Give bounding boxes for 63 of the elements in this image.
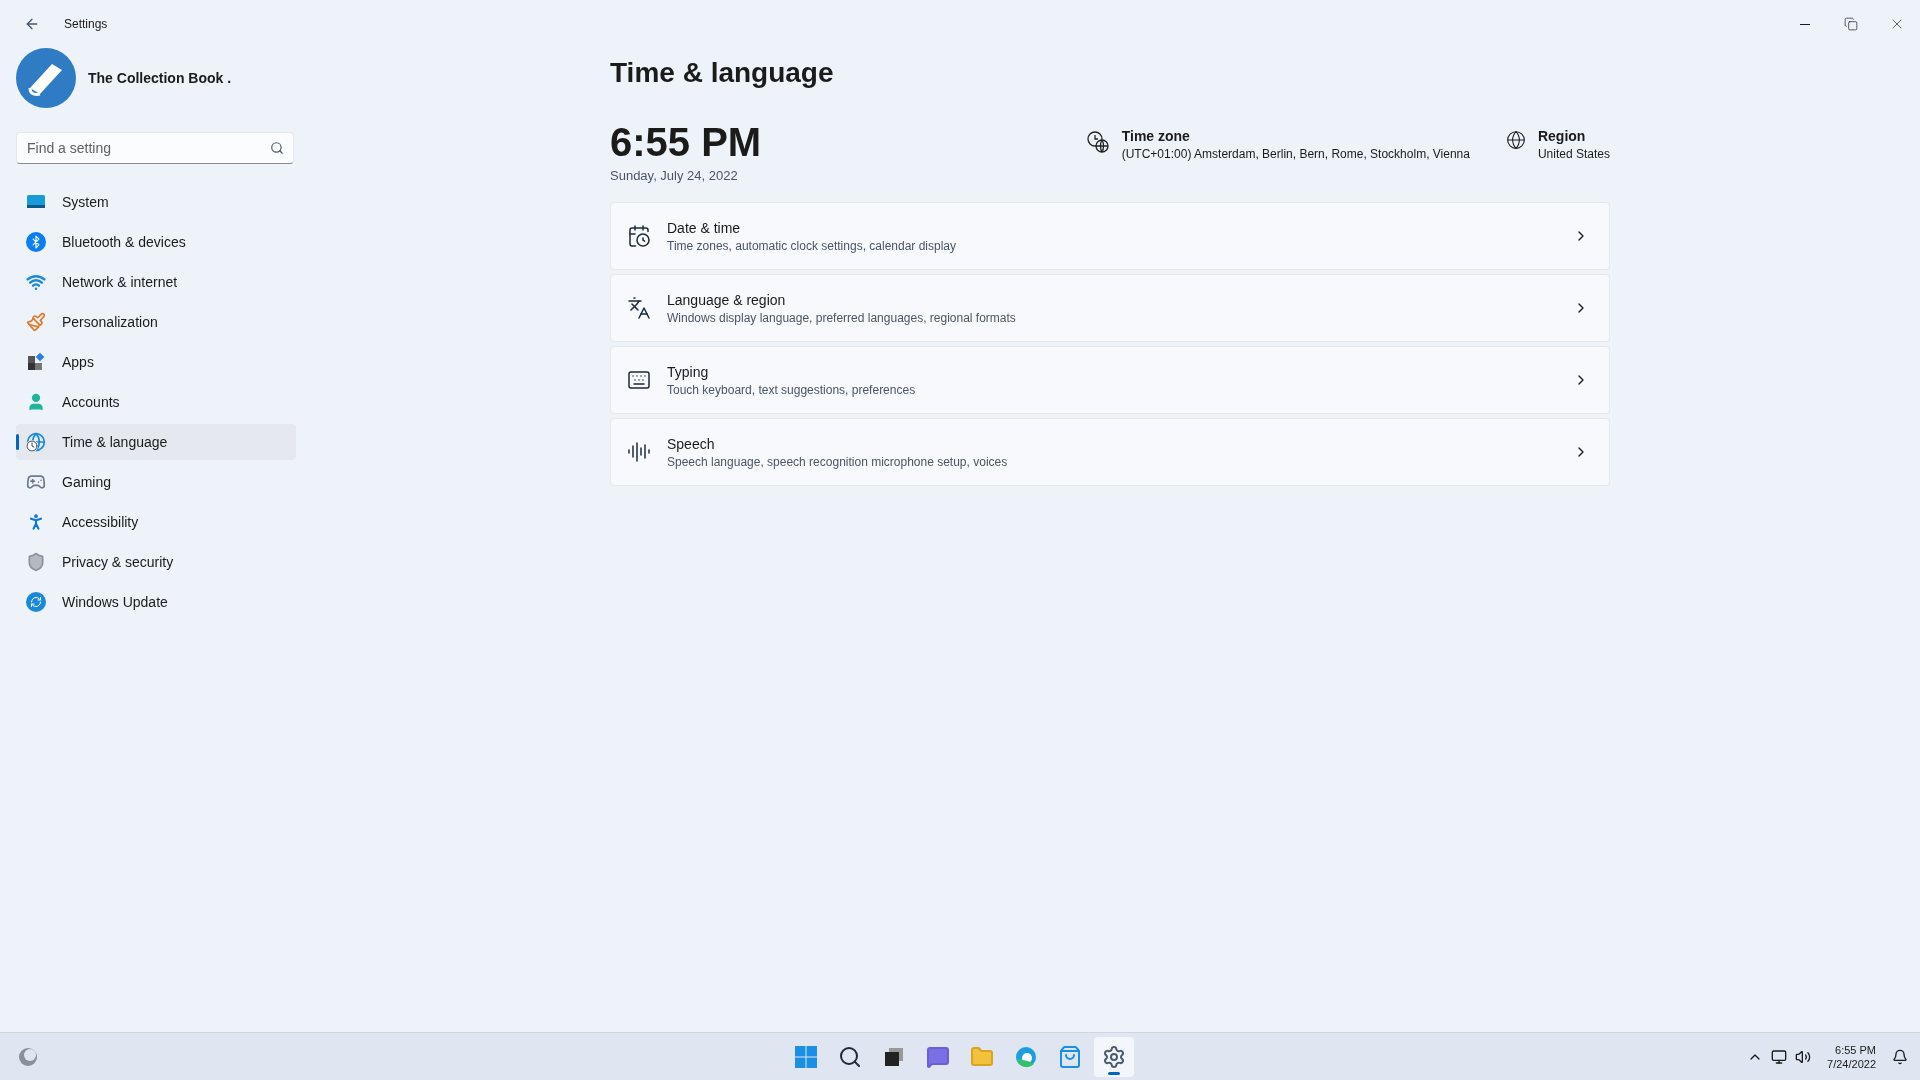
calendar-clock-icon — [627, 223, 651, 248]
card-title: Speech — [667, 434, 716, 454]
settings-card[interactable]: Language & region Windows display language, preferred languages, regional formats — [610, 273, 1610, 342]
monitor-icon[interactable] — [1771, 1048, 1788, 1065]
notification-icon[interactable] — [1892, 1048, 1908, 1065]
card-subtitle: Speech language, speech recognition microphone setup, voices — [667, 453, 1008, 470]
volume-icon[interactable] — [1795, 1048, 1812, 1065]
window-title: Settings — [64, 16, 108, 32]
account-name: The Collection Book . — [88, 69, 232, 88]
clock-globe-icon — [1085, 130, 1110, 154]
region-value: United States — [1537, 146, 1610, 162]
card-subtitle: Touch keyboard, text suggestions, preferences — [667, 381, 916, 398]
card-subtitle: Windows display language, preferred languages, regional formats — [667, 309, 1016, 326]
card-title: Language & region — [667, 290, 787, 310]
shield-icon — [26, 552, 46, 572]
card-title: Date & time — [667, 218, 742, 238]
globe-clock-icon — [26, 432, 46, 452]
sidebar-item[interactable]: Accessibility — [16, 504, 296, 540]
tray-time: 6:55 PM — [1835, 1042, 1876, 1057]
sidebar-item[interactable]: Accounts — [16, 384, 296, 420]
search-field[interactable]: Find a setting — [16, 132, 294, 164]
sidebar-item[interactable]: Network & internet — [16, 264, 296, 300]
apps-icon — [26, 352, 46, 372]
page-title: Time & language — [610, 56, 835, 90]
sidebar-item[interactable]: Personalization — [16, 304, 296, 340]
sidebar-item[interactable]: Apps — [16, 344, 296, 380]
minimize-icon — [1800, 23, 1810, 25]
wifi-icon — [26, 272, 46, 292]
region-label: Region — [1537, 127, 1587, 146]
search-icon[interactable] — [270, 141, 284, 155]
gamepad-icon — [26, 472, 46, 492]
language-icon — [627, 295, 651, 320]
sidebar-item[interactable]: Windows Update — [16, 584, 296, 620]
refresh-icon — [26, 592, 46, 612]
chat-icon — [926, 1044, 950, 1069]
sidebar-item[interactable]: System — [16, 184, 296, 220]
tray-date: 7/24/2022 — [1827, 1056, 1876, 1071]
card-title: Typing — [667, 362, 710, 382]
clock-time: 6:55 PM — [610, 119, 762, 166]
folder-icon — [970, 1044, 994, 1069]
taskbar-button[interactable] — [1094, 1036, 1134, 1077]
gear-icon — [1102, 1044, 1126, 1069]
bluetooth-icon — [26, 232, 46, 252]
windows-logo-icon — [794, 1044, 818, 1069]
restore-icon — [1844, 17, 1858, 31]
sidebar-item[interactable]: Privacy & security — [16, 544, 296, 580]
settings-card[interactable]: Date & time Time zones, automatic clock settings, calendar display — [610, 201, 1610, 270]
sidebar-item[interactable]: Bluetooth & devices — [16, 224, 296, 260]
store-icon — [1058, 1044, 1082, 1069]
settings-card[interactable]: Typing Touch keyboard, text suggestions, preferences — [610, 345, 1610, 414]
sidebar-item[interactable]: Time & language — [16, 424, 296, 460]
time-zone-label: Time zone — [1121, 127, 1191, 146]
time-zone-value: (UTC+01:00) Amsterdam, Berlin, Bern, Rome, Stockholm, Vienna — [1121, 146, 1470, 162]
search-icon — [838, 1044, 862, 1069]
clock-date: Sunday, July 24, 2022 — [610, 167, 739, 185]
card-subtitle: Time zones, automatic clock settings, calendar display — [667, 237, 957, 254]
globe-icon — [1505, 130, 1526, 150]
brush-icon — [26, 312, 46, 332]
sidebar-item[interactable]: Gaming — [16, 464, 296, 500]
speech-icon — [627, 439, 651, 464]
person-icon — [26, 392, 46, 412]
browser-icon — [1014, 1044, 1038, 1069]
settings-card[interactable]: Speech Speech language, speech recognition microphone setup, voices — [610, 417, 1610, 486]
